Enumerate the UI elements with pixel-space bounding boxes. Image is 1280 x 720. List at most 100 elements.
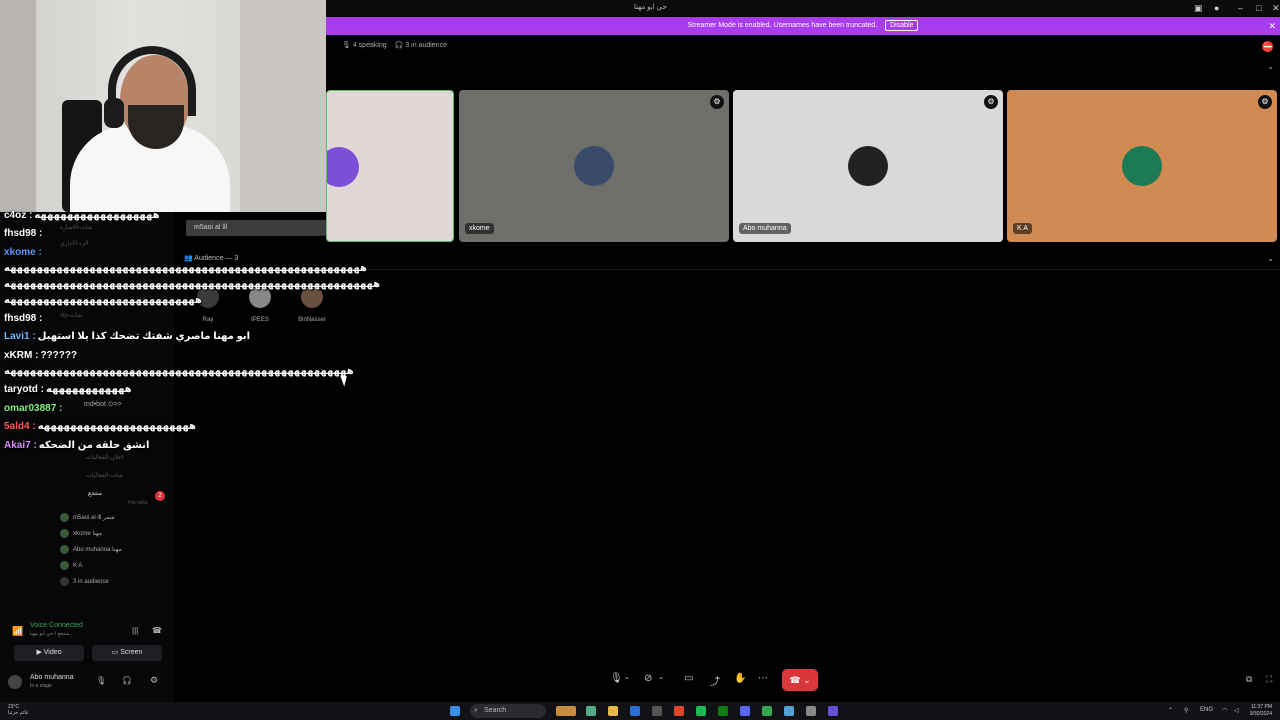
speaker-tile[interactable]: ⚙ K A bbox=[1007, 90, 1277, 242]
chat-message: fhsd98 : bbox=[4, 228, 44, 239]
mic-icon[interactable]: 🎙 bbox=[96, 676, 106, 685]
speaker-name-label: m5aoi al lll bbox=[186, 220, 326, 236]
channel-item[interactable]: شات-الاشاره bbox=[60, 224, 93, 231]
close-banner-icon[interactable]: ✕ bbox=[1268, 17, 1276, 35]
inbox-icon[interactable]: ▣ bbox=[1194, 3, 1203, 14]
chrome-icon[interactable] bbox=[762, 706, 772, 716]
chat-username: 5ald4 : bbox=[4, 421, 36, 432]
host-badge-icon: ⚙ bbox=[984, 95, 998, 109]
xbox-app-icon[interactable] bbox=[784, 706, 794, 716]
chat-text: ?????? bbox=[40, 350, 78, 361]
spotify-icon[interactable] bbox=[696, 706, 706, 716]
host-badge-icon: ⚙ bbox=[1258, 95, 1272, 109]
weather-widget[interactable]: 23°C غائم جزئيا bbox=[8, 704, 29, 716]
mic-toggle-icon[interactable]: 🎙 bbox=[610, 673, 623, 684]
minimize-icon[interactable]: – bbox=[1238, 3, 1243, 13]
notification-badge: 2 bbox=[155, 491, 165, 501]
speaker-name: xkome bbox=[465, 223, 494, 234]
speaker-tile[interactable]: ⚙ xkome bbox=[459, 90, 729, 242]
chat-message: taryotd : ههههههههههههه bbox=[4, 384, 132, 395]
stage-channel[interactable]: منتجع bbox=[88, 490, 102, 497]
user-status: In a stage bbox=[30, 683, 52, 689]
audience-label: 👥 Audience — 3 bbox=[184, 255, 239, 262]
volume-icon[interactable]: ◁ bbox=[1234, 707, 1239, 714]
video-button[interactable]: ▶ Video bbox=[14, 645, 84, 661]
screen-share-icon[interactable]: ▭ bbox=[684, 673, 693, 684]
stage-user[interactable]: K A bbox=[60, 561, 82, 570]
chevron-down-icon[interactable]: ⌄ bbox=[658, 673, 664, 681]
banner-text: Streamer Mode is enabled. Usernames have… bbox=[687, 22, 878, 29]
store-icon[interactable] bbox=[652, 706, 662, 716]
stage-user[interactable]: m5aoi al lll شمر bbox=[60, 513, 115, 522]
more-icon[interactable]: ⋯ bbox=[758, 673, 768, 684]
widget-icon[interactable] bbox=[556, 706, 576, 716]
channel-item[interactable]: شات-الفعاليات bbox=[86, 472, 123, 479]
speaker-avatar bbox=[574, 146, 614, 186]
voice-status: Voice Connected bbox=[30, 622, 83, 629]
channel-item[interactable]: vip-شات bbox=[60, 312, 82, 319]
chat-message: هههههههههههههههههههههههههههههههههههههههه… bbox=[4, 263, 367, 274]
close-window-icon[interactable]: ✕ bbox=[1272, 3, 1280, 14]
audience-member[interactable]: IPEES bbox=[245, 286, 275, 323]
help-icon[interactable]: ● bbox=[1214, 3, 1219, 13]
mail-icon[interactable] bbox=[630, 706, 640, 716]
channel-item[interactable]: md•bot ⊙>> bbox=[84, 400, 122, 408]
settings-app-icon[interactable] bbox=[806, 706, 816, 716]
screen-share-button[interactable]: ▭ Screen bbox=[92, 645, 162, 661]
noise-icon[interactable]: ||| bbox=[132, 626, 138, 635]
gear-icon[interactable]: ⚙ bbox=[150, 675, 158, 686]
taskbar-search[interactable]: ⌕ Search bbox=[470, 704, 546, 718]
channel-item[interactable]: الرد-الاداري bbox=[60, 240, 89, 247]
voice-channel[interactable]: منتجع / حي ابو مهنا bbox=[30, 631, 69, 637]
leave-stage-button[interactable]: ☎ ⌄ bbox=[782, 669, 818, 691]
chat-username: Akai7 : bbox=[4, 440, 37, 451]
chat-username: fhsd98 : bbox=[4, 313, 43, 324]
language-indicator[interactable]: ENG bbox=[1200, 707, 1213, 713]
chevron-up-icon[interactable]: ⌃ bbox=[1267, 66, 1274, 75]
chat-text: ههههههههههههههههههه bbox=[34, 210, 160, 221]
disconnect-icon[interactable]: ☎ bbox=[152, 626, 162, 635]
wifi-icon[interactable]: ◠ bbox=[1222, 707, 1227, 714]
stage-user[interactable]: xkome مهنا bbox=[60, 529, 102, 538]
edge-icon[interactable] bbox=[586, 706, 596, 716]
audience-member[interactable]: BinNasser bbox=[297, 286, 327, 323]
brave-icon[interactable] bbox=[674, 706, 684, 716]
chat-username: taryotd : bbox=[4, 384, 44, 395]
voice-panel: 📶 Voice Connected منتجع / حي ابو مهنا ||… bbox=[6, 620, 172, 672]
clock[interactable]: 11:37 PM 9/30/2024 bbox=[1250, 704, 1272, 718]
chevron-down-icon[interactable]: ⌄ bbox=[624, 673, 630, 681]
discord-icon[interactable] bbox=[740, 706, 750, 716]
streamer-mode-banner: Streamer Mode is enabled. Usernames have… bbox=[326, 17, 1280, 35]
maximize-icon[interactable]: □ bbox=[1256, 3, 1261, 13]
chat-message: 5ald4 : هههههههههههههههههههههههه bbox=[4, 421, 196, 432]
speaker-tile[interactable]: ⚙ Abo muhanna bbox=[733, 90, 1003, 242]
xbox-icon[interactable] bbox=[718, 706, 728, 716]
headphone-icon[interactable]: 🎧 bbox=[122, 676, 132, 685]
folder-icon[interactable] bbox=[608, 706, 618, 716]
channel-item[interactable]: اعلان-الفعاليات bbox=[86, 454, 124, 461]
avatar[interactable] bbox=[8, 675, 22, 689]
invite-icon[interactable]: ✋ bbox=[734, 673, 746, 684]
audience-member-name: BinNasser bbox=[298, 317, 326, 323]
stage-audience-count[interactable]: 3 in audience bbox=[60, 577, 109, 586]
chat-text: هههههههههههههههههههههههههههههه bbox=[4, 295, 202, 306]
speaker-tile[interactable]: m5aoi al lll bbox=[326, 90, 454, 242]
stage-header: 🎙 4 speaking 🎧 3 in audience bbox=[326, 41, 447, 53]
screen: حي ابو مهنا ▣ ● – □ ✕ Streamer Mode is e… bbox=[0, 0, 1280, 720]
end-stage-icon[interactable]: ⛔ bbox=[1262, 42, 1274, 53]
move-to-audience-icon[interactable]: ⤴ bbox=[710, 673, 720, 688]
chat-text: هههههههههههههههههههههههه bbox=[37, 421, 196, 432]
fullscreen-icon[interactable]: ⛶ bbox=[1266, 674, 1272, 685]
start-icon[interactable] bbox=[450, 706, 460, 716]
chat-text: انشق حلقه من الضحكه bbox=[38, 440, 150, 451]
chevron-down-icon[interactable]: ⌄ bbox=[1267, 254, 1274, 263]
stage-user[interactable]: Abo muhanna مهنا bbox=[60, 545, 122, 554]
disable-streamer-mode-button[interactable]: Disable bbox=[885, 19, 919, 31]
camera-off-icon[interactable]: ⊘ bbox=[644, 673, 652, 684]
stage-topic: Hot talks bbox=[128, 500, 148, 506]
chat-username: omar03887 : bbox=[4, 403, 63, 414]
app-icon[interactable] bbox=[828, 706, 838, 716]
popout-icon[interactable]: ⧉ bbox=[1246, 674, 1252, 685]
tray-icon[interactable]: ⚲ bbox=[1184, 707, 1188, 714]
tray-chevron-icon[interactable]: ⌃ bbox=[1168, 707, 1173, 714]
